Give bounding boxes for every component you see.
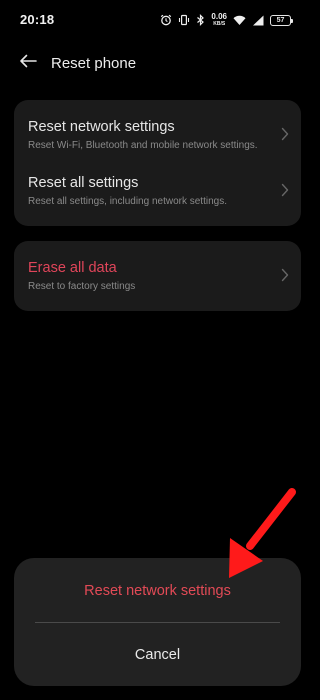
status-icons: 0.06 KB/S 57 — [160, 12, 293, 28]
battery-level: 57 — [276, 16, 285, 24]
reset-network-settings-item[interactable]: Reset network settings Reset Wi-Fi, Blue… — [14, 100, 301, 156]
erase-all-data-item[interactable]: Erase all data Reset to factory settings — [14, 241, 301, 311]
vibrate-icon — [178, 14, 190, 26]
cancel-button[interactable]: Cancel — [14, 636, 301, 674]
back-button[interactable] — [14, 51, 42, 75]
item-subtitle: Reset Wi-Fi, Bluetooth and mobile networ… — [28, 140, 258, 151]
wifi-icon — [233, 15, 246, 26]
signal-icon — [252, 15, 264, 26]
page-title: Reset phone — [51, 55, 137, 72]
chevron-right-icon — [281, 268, 289, 282]
status-time: 20:18 — [20, 12, 55, 27]
reset-all-settings-item[interactable]: Reset all settings Reset all settings, i… — [14, 156, 301, 212]
network-speed: 0.06 KB/S — [211, 13, 227, 27]
network-speed-unit: KB/S — [213, 21, 226, 27]
status-bar: 20:18 0.06 KB/S 57 — [0, 0, 315, 40]
item-title: Erase all data — [28, 260, 117, 276]
settings-card-erase: Erase all data Reset to factory settings — [14, 241, 301, 311]
battery-icon: 57 — [270, 14, 293, 26]
item-subtitle: Reset to factory settings — [28, 281, 136, 292]
item-subtitle: Reset all settings, including network se… — [28, 196, 227, 207]
alarm-icon — [160, 14, 172, 26]
settings-card-reset: Reset network settings Reset Wi-Fi, Blue… — [14, 100, 301, 226]
confirm-bottom-sheet: Reset network settings Cancel — [14, 558, 301, 686]
reset-network-settings-confirm-button[interactable]: Reset network settings — [14, 572, 301, 610]
item-title: Reset network settings — [28, 119, 175, 135]
back-arrow-icon — [19, 54, 37, 73]
sheet-divider — [35, 622, 280, 623]
chevron-right-icon — [281, 127, 289, 141]
bluetooth-icon — [196, 14, 205, 26]
item-title: Reset all settings — [28, 175, 139, 191]
header: Reset phone — [0, 46, 315, 80]
network-speed-value: 0.06 — [211, 12, 227, 21]
chevron-right-icon — [281, 183, 289, 197]
